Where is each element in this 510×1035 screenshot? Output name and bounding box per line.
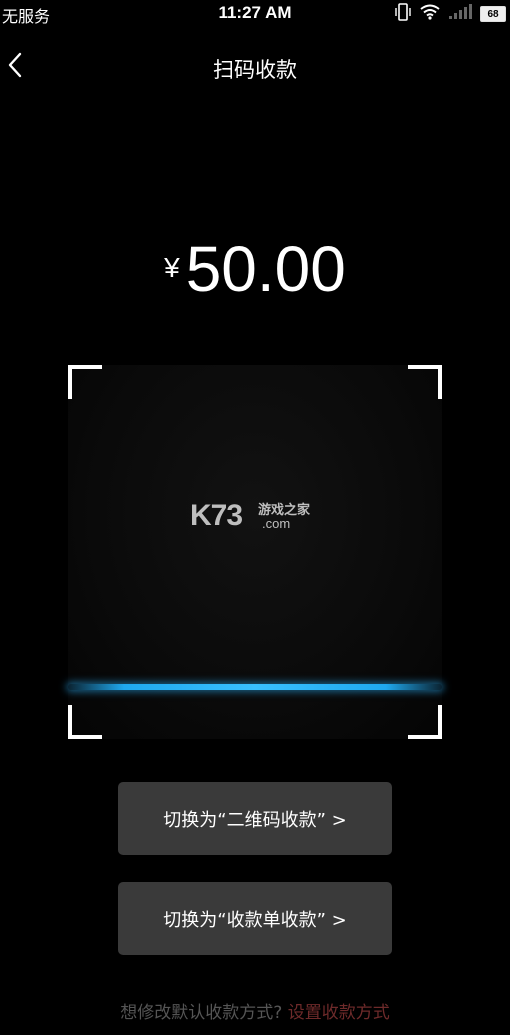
scanner-viewfinder: K73 游戏之家 .com <box>68 365 442 739</box>
vibrate-icon <box>394 2 412 26</box>
signal-icon <box>448 4 472 24</box>
watermark-domain-text: .com <box>262 516 291 531</box>
nav-bar: 扫码收款 <box>0 28 510 108</box>
viewfinder-corner-top-left <box>68 365 102 399</box>
watermark-logo-text: K73 <box>190 499 243 532</box>
page-title: 扫码收款 <box>213 58 297 82</box>
wifi-icon <box>420 4 440 24</box>
switch-to-qr-button[interactable]: 切换为“二维码收款” > <box>118 782 392 855</box>
viewfinder-corner-top-right <box>408 365 442 399</box>
footer-hint: 想修改默认收款方式? 设置收款方式 <box>0 998 510 1023</box>
watermark-logo: K73 游戏之家 .com <box>190 499 330 539</box>
status-icons: 68 <box>394 3 506 25</box>
status-bar: 无服务 11:27 AM 68 <box>0 0 510 28</box>
viewfinder-corner-bottom-right <box>408 705 442 739</box>
footer-hint-text: 想修改默认收款方式? <box>120 1003 283 1023</box>
currency-symbol: ¥ <box>164 252 180 283</box>
battery-icon: 68 <box>480 6 506 22</box>
set-payment-method-link[interactable]: 设置收款方式 <box>288 1003 390 1023</box>
switch-to-bill-button[interactable]: 切换为“收款单收款” > <box>118 882 392 955</box>
amount-value: 50.00 <box>185 233 346 305</box>
scan-line <box>68 684 442 690</box>
amount-display: ¥50.00 <box>0 232 510 306</box>
viewfinder-corner-bottom-left <box>68 705 102 739</box>
